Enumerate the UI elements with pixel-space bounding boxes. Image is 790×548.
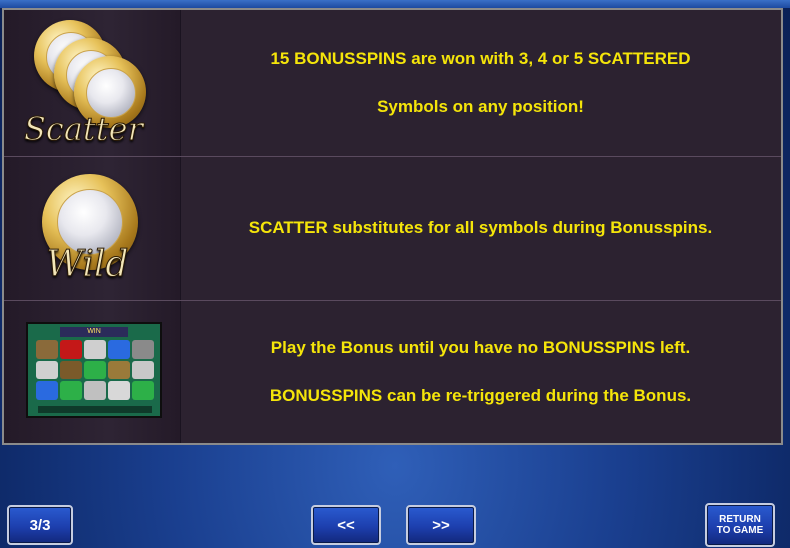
description-line: Symbols on any position! [377,97,584,116]
return-label: RETURN TO GAME [717,514,763,536]
description-line: BONUSSPINS can be re-triggered during th… [269,385,692,405]
paytable-panel: Scatter 15 BONUSSPINS are won with 3, 4 … [2,8,783,445]
scatter-symbol-label: Scatter [24,110,144,149]
wild-row: Wild SCATTER substitutes for all symbols… [4,156,781,301]
bonus-thumbnail-icon: WIN [4,300,180,443]
scatter-symbol-icon: Scatter [4,10,180,156]
bonus-row: WIN Play the Bonus until you have no BON… [4,300,781,443]
description-line: Play the Bonus until you have no BONUSSP… [270,337,691,357]
return-label-line1: RETURN [719,514,761,525]
mini-reel-grid [36,340,154,400]
wild-description: SCATTER substitutes for all symbols duri… [180,156,781,300]
description-line: 15 BONUSSPINS are won with 3, 4 or 5 SCA… [270,49,691,68]
wild-symbol-icon: Wild [4,156,180,300]
previous-page-button[interactable]: << [311,505,381,545]
scatter-row: Scatter 15 BONUSSPINS are won with 3, 4 … [4,10,781,157]
mini-win-label: WIN [60,327,128,337]
return-to-game-button[interactable]: RETURN TO GAME [705,503,775,547]
bonus-description: Play the Bonus until you have no BONUSSP… [180,300,781,443]
top-strip [0,0,790,8]
page-indicator-button[interactable]: 3/3 [7,505,73,545]
mini-footer-bar [38,406,152,413]
description-line: SCATTER substitutes for all symbols duri… [248,218,713,237]
return-label-line2: TO GAME [716,525,764,536]
scatter-description: 15 BONUSSPINS are won with 3, 4 or 5 SCA… [180,10,781,156]
bonus-screen-thumbnail: WIN [26,322,162,418]
next-page-button[interactable]: >> [406,505,476,545]
wild-symbol-label: Wild [45,244,129,286]
